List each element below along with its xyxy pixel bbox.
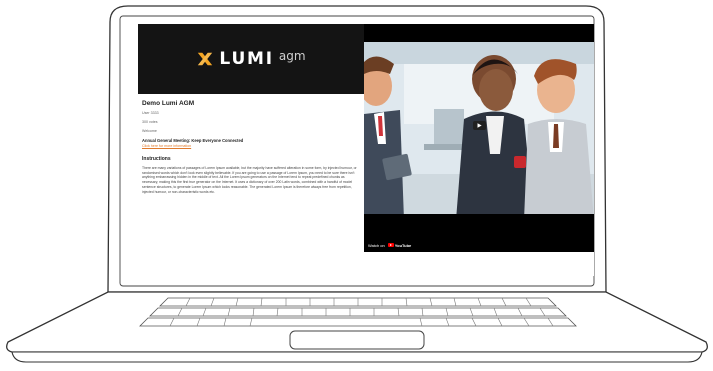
logo-word: LUMI <box>219 49 274 69</box>
meeting-subtitle: Annual General Meeting: Keep Everyone Co… <box>142 138 244 143</box>
video-frame-illustration <box>364 24 594 238</box>
play-icon <box>477 123 482 128</box>
user-id: User 3333 <box>142 111 159 115</box>
lumi-x-icon <box>198 52 213 66</box>
watch-on-label: Watch on <box>368 242 385 248</box>
video-player[interactable]: Watch on YouTube <box>364 24 594 252</box>
watch-on-youtube[interactable]: Watch on YouTube <box>364 238 411 252</box>
brand-banner: LUMI agm <box>138 24 364 94</box>
logo-sub: agm <box>278 49 306 63</box>
lumi-logo: LUMI agm <box>196 49 306 69</box>
instructions-body: There are many variations of passages of… <box>142 166 357 194</box>
instructions-heading: Instructions <box>142 156 171 162</box>
meeting-panel: LUMI agm Demo Lumi AGM User 3333 300 vot… <box>138 24 364 276</box>
more-info-link[interactable]: Click here for more information <box>142 144 360 148</box>
welcome-text: Welcome <box>142 129 157 133</box>
vote-count: 300 votes <box>142 120 158 124</box>
meeting-title: Demo Lumi AGM <box>142 100 195 107</box>
youtube-logo: YouTube <box>387 242 412 248</box>
meeting-info: Demo Lumi AGM User 3333 300 votes Welcom… <box>142 100 360 194</box>
screen: LUMI agm Demo Lumi AGM User 3333 300 vot… <box>138 24 594 276</box>
youtube-icon <box>387 243 394 247</box>
youtube-wordmark: YouTube <box>394 242 412 248</box>
play-button[interactable] <box>473 121 486 130</box>
